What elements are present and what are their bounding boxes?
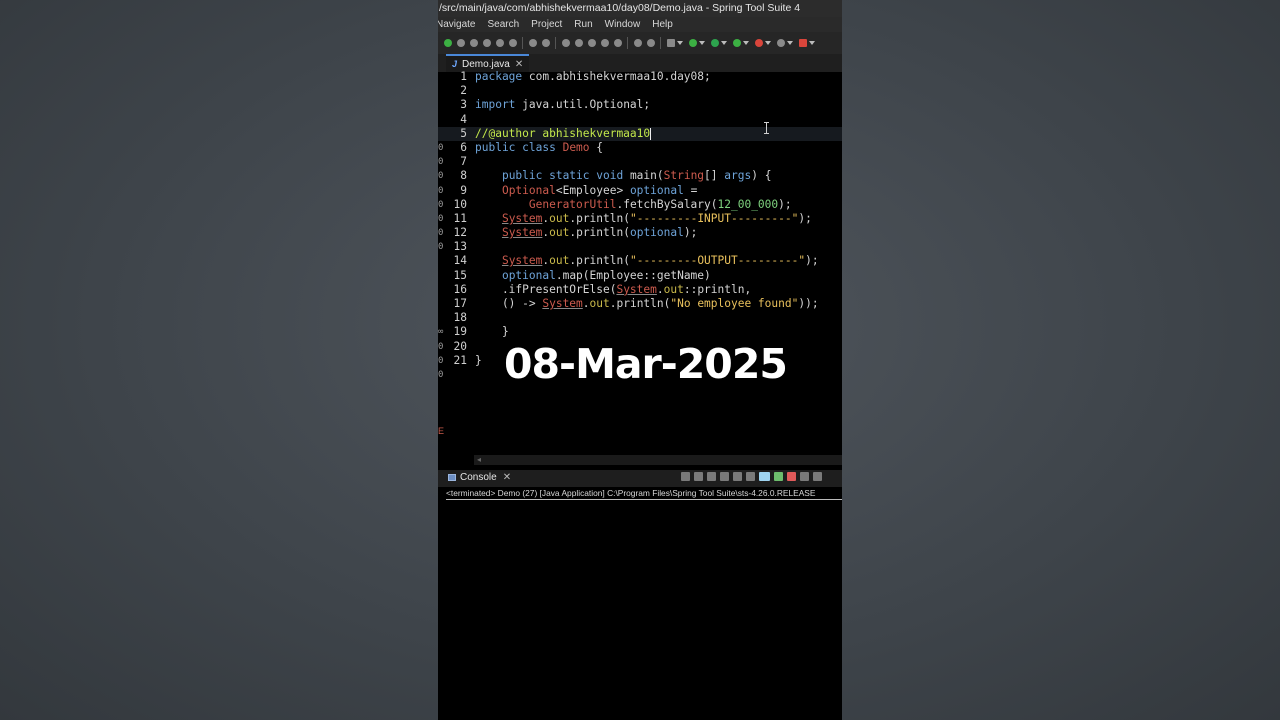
chevron-down-icon[interactable] [677, 41, 683, 45]
circle-icon[interactable] [646, 39, 655, 47]
debug-skip-icon[interactable] [528, 39, 537, 47]
code-line: 2 [460, 84, 467, 98]
code-line: 14 System.out.println("---------OUTPUT--… [453, 254, 819, 268]
menu-window[interactable]: Window [599, 17, 647, 32]
step-icon[interactable] [561, 39, 570, 47]
horizontal-scrollbar[interactable] [474, 455, 842, 465]
code-editor[interactable]: 1 package com.abhishekvermaa10.day08; 2 3… [438, 70, 842, 382]
remove-all-icon[interactable] [720, 472, 729, 481]
code-line: 3 import java.util.Optional; [460, 98, 651, 112]
chevron-down-icon[interactable] [699, 41, 705, 45]
main-toolbar [438, 32, 842, 54]
code-line: 4 [460, 112, 467, 126]
link-icon[interactable] [613, 39, 622, 47]
remove-launch-icon[interactable] [707, 472, 716, 481]
menu-help[interactable]: Help [646, 17, 679, 32]
chevron-down-icon[interactable] [743, 41, 749, 45]
save-icon[interactable] [456, 39, 465, 47]
suspend-icon[interactable] [541, 39, 550, 47]
mouse-ibeam-cursor [763, 122, 770, 134]
open-type-icon[interactable] [666, 39, 675, 47]
new-icon[interactable] [443, 39, 452, 47]
console-tab-label: Console [460, 472, 497, 483]
toolbar-separator [627, 37, 628, 49]
close-icon[interactable]: ✕ [503, 472, 511, 483]
save-all-icon[interactable] [469, 39, 478, 47]
refresh-icon[interactable] [681, 472, 690, 481]
code-line: 09 Optional<Employee> optional = [438, 183, 698, 197]
code-line: 15 optional.map(Employee::getName) [453, 268, 711, 282]
terminate-icon[interactable] [574, 39, 583, 47]
gear-icon[interactable] [600, 39, 609, 47]
scroll-left-icon[interactable]: ◂ [474, 455, 484, 465]
run-icon[interactable] [710, 39, 719, 47]
console-status: <terminated> Demo (27) [Java Application… [446, 487, 842, 500]
toolbar-separator [660, 37, 661, 49]
link-icon[interactable] [508, 39, 517, 47]
coverage-icon[interactable] [732, 39, 741, 47]
code-line: 0 12 System.out.println(optional); [438, 226, 698, 240]
menu-navigate[interactable]: Navigate [438, 17, 481, 32]
display-console-icon[interactable] [813, 472, 822, 481]
external-tools-icon[interactable] [754, 39, 763, 47]
pin-icon[interactable] [798, 39, 807, 47]
code-line: 07 [438, 155, 467, 169]
text-caret [650, 127, 652, 140]
show-on-error-icon[interactable] [787, 472, 796, 481]
code-line: 17 () -> System.out.println("No employee… [453, 297, 819, 310]
clear-console-icon[interactable] [733, 472, 742, 481]
chevron-down-icon[interactable] [721, 41, 727, 45]
show-on-output-icon[interactable] [774, 472, 783, 481]
toolbar-separator [522, 37, 523, 49]
tab-label: Demo.java [462, 58, 510, 70]
shield-icon[interactable] [587, 39, 596, 47]
console-toolbar [680, 472, 823, 481]
code-line: 08 public static void main(String[] args… [438, 169, 772, 183]
spring-boot-icon[interactable] [688, 39, 697, 47]
menu-run[interactable]: Run [568, 17, 598, 32]
java-file-icon: J [452, 59, 458, 69]
close-icon[interactable]: ✕ [515, 59, 523, 70]
code-line: ∞ 19 } [438, 325, 509, 339]
chevron-down-icon[interactable] [809, 41, 815, 45]
window-title: /src/main/java/com/abhishekvermaa10/day0… [438, 0, 842, 17]
tab-console[interactable]: Console ✕ [448, 472, 511, 483]
chevron-down-icon[interactable] [787, 41, 793, 45]
code-line: 0 6 public class Demo { [438, 140, 604, 154]
code-line: 1 package com.abhishekvermaa10.day08; [460, 70, 711, 83]
circle-icon[interactable] [633, 39, 642, 47]
menu-search[interactable]: Search [481, 17, 525, 32]
build-icon[interactable] [495, 39, 504, 47]
menu-project[interactable]: Project [525, 17, 568, 32]
code-line: 16 .ifPresentOrElse(System.out::println, [453, 282, 752, 296]
pin-console-icon[interactable] [800, 472, 809, 481]
date-overlay: 08-Mar-2025 [504, 340, 788, 388]
console-icon [448, 474, 456, 481]
chevron-down-icon[interactable] [765, 41, 771, 45]
code-line-current: 5//@author abhishekvermaa10 [438, 126, 842, 141]
code-line: 0 13 [438, 240, 467, 254]
scroll-lock-icon[interactable] [746, 472, 755, 481]
code-line: 0 11 System.out.println("---------INPUT--… [438, 211, 812, 225]
error-marker-icon: E [438, 426, 445, 436]
toolbar-separator [555, 37, 556, 49]
code-line: 18 [453, 311, 467, 325]
print-icon[interactable] [482, 39, 491, 47]
word-wrap-icon[interactable] [759, 472, 770, 481]
menu-bar: Navigate Search Project Run Window Help [438, 17, 842, 32]
code-line: 0 10 GeneratorUtil.fetchBySalary(12_00_00… [438, 197, 792, 211]
stop-icon[interactable] [694, 472, 703, 481]
new-class-icon[interactable] [776, 39, 785, 47]
